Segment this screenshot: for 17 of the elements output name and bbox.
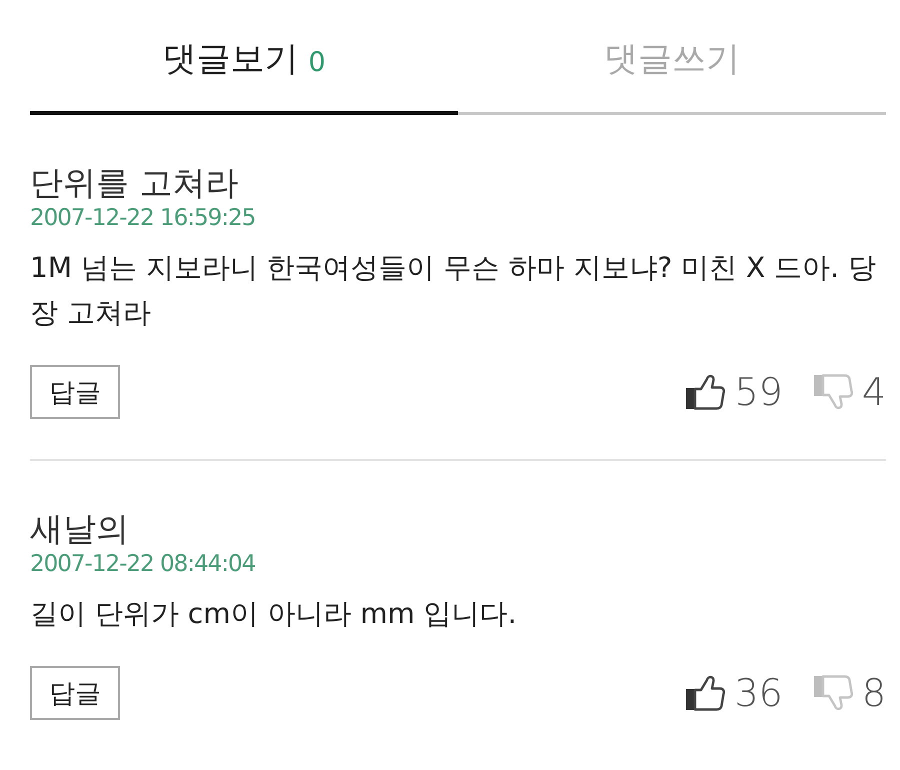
comment-date: 2007-12-22 08:44:04	[30, 551, 256, 577]
thumbs-down-icon	[812, 374, 853, 410]
thumbs-up-icon	[685, 675, 726, 711]
comment-text: 길이 단위가 cm이 아니라 mm 입니다.	[30, 596, 518, 632]
dislike-button[interactable]: 4	[812, 370, 886, 414]
dislike-button[interactable]: 8	[812, 671, 886, 715]
comment-date: 2007-12-22 16:59:25	[30, 205, 256, 231]
tab[interactable]: 댓글보기 0	[30, 0, 458, 115]
like-button[interactable]: 36	[685, 671, 783, 715]
author-name: 단위를 고쳐라	[30, 163, 238, 202]
thumbs-up-icon	[685, 374, 726, 410]
thumbs-down-icon	[812, 675, 853, 711]
comment-text: 1M 넘는 지보라니 한국여성들이 무슨 하마 지보냐? 미친 X 드아. 당장 고쳐라	[30, 250, 877, 331]
reply-button[interactable]: 답글	[30, 666, 120, 720]
reply-button[interactable]: 답글	[30, 365, 120, 419]
like-button[interactable]: 59	[685, 370, 783, 414]
author-name: 새날의	[30, 509, 129, 548]
